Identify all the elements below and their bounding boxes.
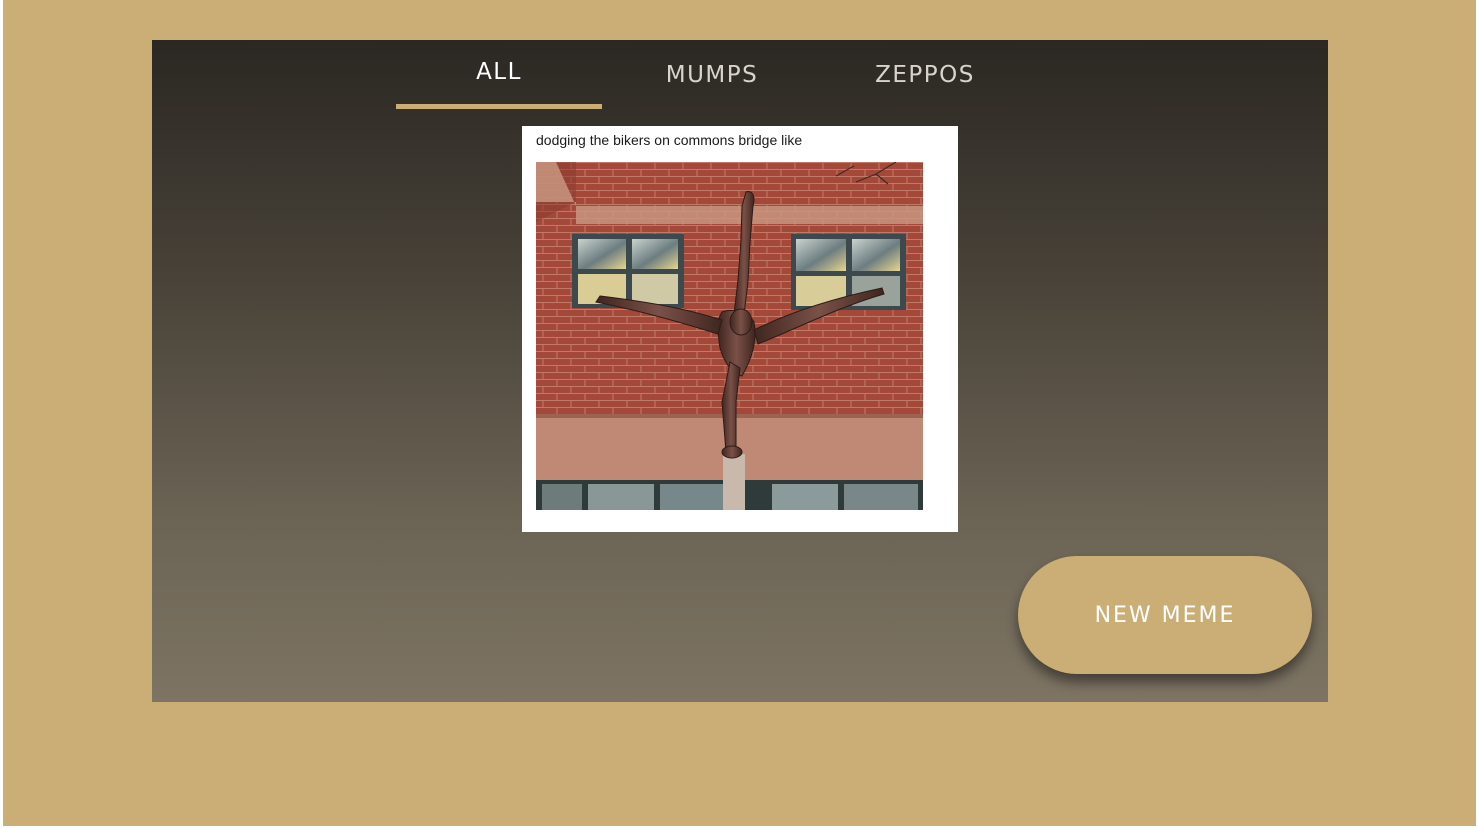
new-meme-label: NEW MEME [1094, 602, 1236, 628]
tab-zeppos-label: ZEPPOS [875, 62, 975, 88]
tab-mumps[interactable]: MUMPS [611, 40, 813, 110]
active-tab-indicator [396, 104, 602, 109]
tab-zeppos[interactable]: ZEPPOS [824, 40, 1026, 110]
meme-card: dodging the bikers on commons bridge lik… [522, 126, 958, 532]
tab-bar: ALL MUMPS ZEPPOS [396, 40, 1036, 112]
new-meme-button[interactable]: NEW MEME [1018, 556, 1312, 674]
tab-all[interactable]: ALL [396, 37, 602, 107]
meme-image [536, 162, 923, 510]
tab-all-label: ALL [476, 59, 522, 85]
meme-caption: dodging the bikers on commons bridge lik… [536, 132, 803, 148]
app-panel: ALL MUMPS ZEPPOS dodging the bikers on c… [152, 40, 1328, 702]
tab-mumps-label: MUMPS [665, 62, 759, 88]
